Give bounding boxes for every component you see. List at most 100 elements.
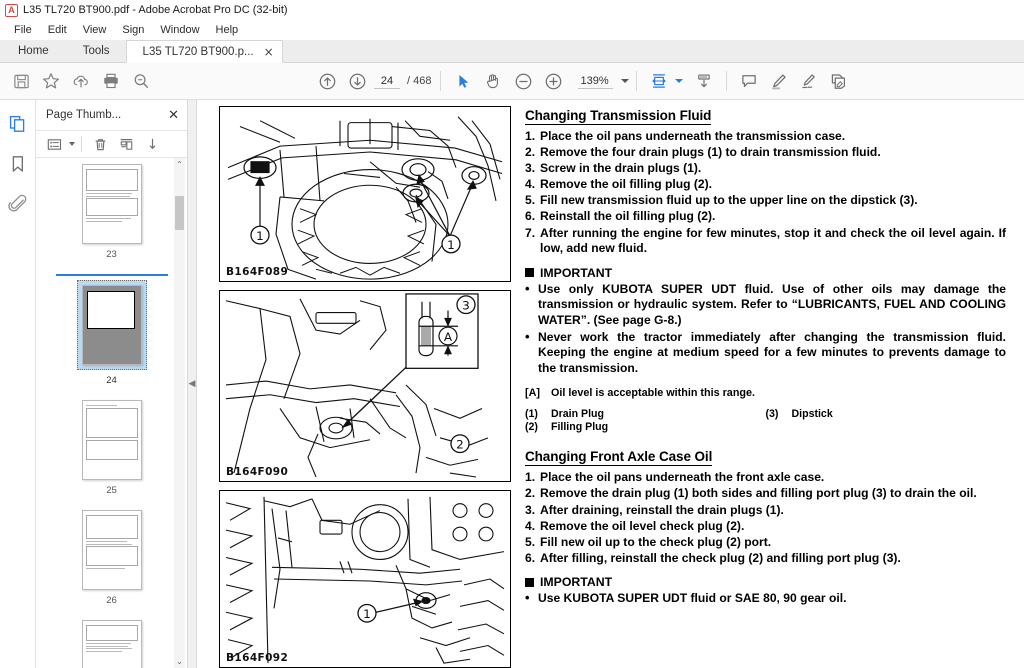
- thumbnail-label: 25: [106, 485, 117, 496]
- comment-icon[interactable]: [734, 67, 764, 95]
- scrollbar-thumb[interactable]: [175, 196, 184, 230]
- step-text: Place the oil pans underneath the transm…: [540, 129, 846, 143]
- menu-edit[interactable]: Edit: [40, 22, 75, 38]
- zoom-control: 139%: [578, 74, 629, 89]
- zoom-out-icon[interactable]: [508, 67, 538, 95]
- print-icon[interactable]: [96, 67, 126, 95]
- important-heading-front-axle: IMPORTANT: [525, 575, 1006, 589]
- panel-toolbar-divider: [81, 136, 82, 152]
- thumbnail-page-23[interactable]: 23: [36, 164, 187, 274]
- legend-key: (2): [525, 421, 538, 434]
- section-heading-transmission: Changing Transmission Fluid: [525, 108, 712, 125]
- menu-file[interactable]: File: [6, 22, 40, 38]
- important-label: IMPORTANT: [540, 575, 613, 590]
- thumbnail-page-27[interactable]: 27: [36, 620, 187, 668]
- step-text: Fill new transmission fluid up to the up…: [540, 193, 918, 208]
- figure-code: B164F092: [226, 652, 289, 664]
- thumbnail-image[interactable]: [81, 510, 142, 590]
- thumbnail-list[interactable]: 23 24 25 26 ⌃ ⌄: [36, 158, 187, 668]
- svg-text:3: 3: [462, 299, 470, 313]
- extract-pages-icon[interactable]: [114, 133, 138, 155]
- insert-pages-icon[interactable]: [140, 133, 164, 155]
- menu-view[interactable]: View: [75, 22, 115, 38]
- chevron-down-icon[interactable]: [620, 79, 629, 83]
- zoom-in-icon[interactable]: [538, 67, 568, 95]
- menu-window[interactable]: Window: [152, 22, 207, 38]
- important-heading-transmission: IMPORTANT: [525, 266, 1006, 280]
- page-thumbnails-icon[interactable]: [6, 112, 30, 136]
- list-item: 3. Screw in the drain plugs (1).: [525, 161, 1006, 177]
- thumbnail-image[interactable]: [81, 400, 142, 480]
- select-cursor-icon[interactable]: [448, 67, 478, 95]
- zoom-level-value[interactable]: 139%: [578, 74, 613, 89]
- search-icon[interactable]: [126, 67, 156, 95]
- thumbnail-label: 24: [106, 375, 117, 386]
- figure-b164f089: 1 1 B164F089: [219, 106, 511, 283]
- attachments-icon[interactable]: [6, 192, 30, 216]
- step-number: 3.: [525, 502, 536, 517]
- important-text: Never work the tractor immediately after…: [538, 329, 1006, 375]
- legend-value: Filling Plug: [551, 421, 609, 434]
- tab-home[interactable]: Home: [0, 39, 67, 62]
- square-bullet-icon: [525, 268, 534, 278]
- thumbnail-page-26[interactable]: 26: [36, 510, 187, 620]
- step-text: Remove the drain plug (1) both sides and…: [540, 486, 977, 501]
- tab-tools[interactable]: Tools: [67, 39, 126, 62]
- thumbnail-image[interactable]: [81, 164, 142, 244]
- previous-page-button[interactable]: [312, 67, 342, 95]
- thumbnail-image[interactable]: [81, 620, 142, 668]
- menu-help[interactable]: Help: [208, 22, 247, 38]
- star-icon[interactable]: [36, 67, 66, 95]
- thumbnail-page-24[interactable]: 24: [36, 274, 187, 400]
- scroll-up-icon[interactable]: ⌃: [176, 158, 183, 171]
- chevron-down-icon[interactable]: [69, 142, 75, 146]
- tab-document[interactable]: L35 TL720 BT900.p... ×: [125, 40, 283, 63]
- step-number: 4.: [525, 177, 536, 192]
- important-text: Use KUBOTA SUPER UDT fluid or SAE 80, 90…: [538, 591, 847, 606]
- legend-item: (3) Dipstick: [766, 408, 1007, 420]
- toolbar-divider-2: [635, 71, 637, 91]
- step-number: 7.: [525, 225, 536, 240]
- menu-sign[interactable]: Sign: [114, 22, 152, 38]
- fit-page-chevron-down-icon[interactable]: [674, 79, 683, 83]
- text-column: Changing Transmission Fluid 1. Place the …: [525, 106, 1006, 668]
- thumbnail-page-25[interactable]: 25: [36, 400, 187, 510]
- tab-strip: Home Tools L35 TL720 BT900.p... ×: [0, 40, 1024, 63]
- svg-text:2: 2: [456, 438, 464, 452]
- fit-page-icon[interactable]: [644, 67, 674, 95]
- step-number: 3.: [525, 161, 536, 176]
- delete-pages-icon[interactable]: [88, 133, 112, 155]
- highlight-icon[interactable]: [764, 67, 794, 95]
- save-icon[interactable]: [6, 67, 36, 95]
- list-item: 6. Reinstall the oil filling plug (2).: [525, 209, 1006, 225]
- hand-tool-icon[interactable]: [478, 67, 508, 95]
- bookmarks-icon[interactable]: [6, 152, 30, 176]
- figure-b164f090: A 3 2 B164F090: [219, 290, 511, 482]
- thumbnail-scrollbar[interactable]: ⌃ ⌄: [174, 158, 185, 668]
- options-menu-icon[interactable]: [42, 133, 66, 155]
- step-number: 4.: [525, 518, 536, 533]
- scroll-down-icon[interactable]: ⌄: [176, 655, 183, 668]
- thumbnail-image[interactable]: [81, 285, 142, 365]
- panel-toolbar: [36, 130, 187, 158]
- close-icon[interactable]: ×: [264, 46, 274, 58]
- sign-icon[interactable]: [794, 67, 824, 95]
- workspace: Page Thumb... ✕ 23 24 25 26 ⌃ ⌄ ◀ 1 1 B1…: [0, 100, 1024, 668]
- document-viewport[interactable]: 1 1 B164F089 A 3 2 B164F090 1 B164F092 C…: [197, 100, 1024, 668]
- list-item: 7. After running the engine for few minut…: [525, 226, 1006, 257]
- main-toolbar: / 468 139%: [0, 63, 1024, 100]
- scroll-mode-icon[interactable]: [689, 67, 719, 95]
- next-page-button[interactable]: [342, 67, 372, 95]
- stamp-icon[interactable]: [824, 67, 854, 95]
- step-number: 2.: [525, 145, 536, 160]
- page-thumbnails-panel: Page Thumb... ✕ 23 24 25 26 ⌃ ⌄: [36, 100, 188, 668]
- cloud-upload-icon[interactable]: [66, 67, 96, 95]
- figure-b164f092: 1 B164F092: [219, 489, 511, 668]
- panel-title: Page Thumb...: [46, 109, 122, 121]
- close-icon[interactable]: ✕: [168, 108, 179, 123]
- panel-resize-handle[interactable]: ◀: [188, 100, 197, 668]
- page-number-input[interactable]: [374, 73, 400, 89]
- legend-key: (1): [525, 408, 538, 421]
- legend-item: (1) Drain Plug: [525, 408, 766, 420]
- figure-legend: (1) Drain Plug (2) Filling Plug (3) Dipstic…: [525, 408, 1006, 434]
